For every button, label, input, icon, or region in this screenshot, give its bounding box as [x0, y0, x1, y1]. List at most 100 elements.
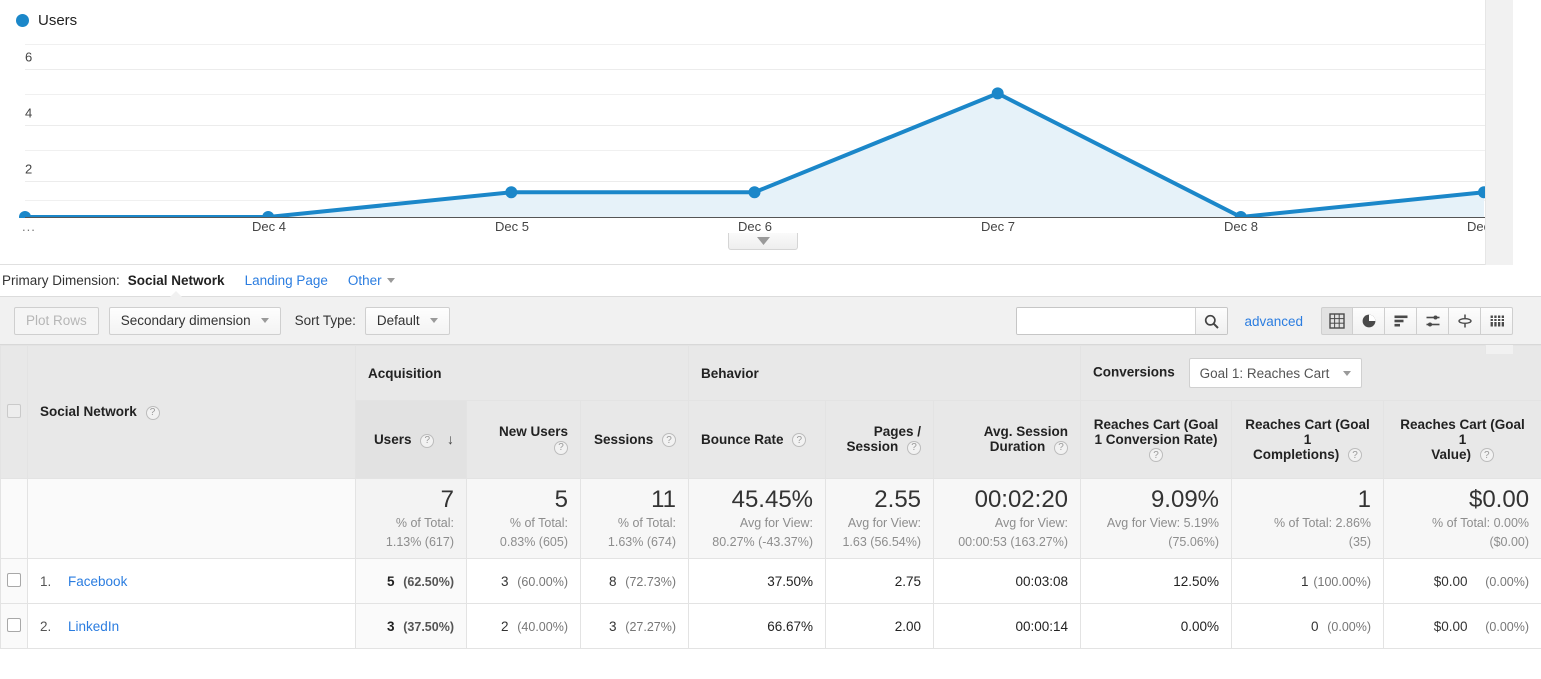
row-rank: 2.	[40, 618, 52, 634]
primary-dimension-landing-page[interactable]: Landing Page	[245, 273, 328, 288]
row-users-value: 3	[386, 618, 395, 634]
help-icon[interactable]: ?	[1348, 448, 1363, 463]
group-header-behavior: Behavior	[688, 345, 1082, 401]
bar-view-button[interactable]	[1385, 307, 1417, 335]
summary-goal-completions-value: 1	[1357, 486, 1372, 514]
search-icon	[1205, 314, 1220, 329]
data-point-3[interactable]	[748, 186, 761, 199]
column-header-goal-value[interactable]: Reaches Cart (Goal 1 Value) ?	[1383, 400, 1541, 479]
summary-sessions-cell: 11 % of Total: 1.63% (674)	[579, 478, 690, 559]
primary-dimension-other-label: Other	[347, 273, 382, 288]
row-goal-value-cell: $0.00 (0.00%)	[1383, 558, 1541, 604]
comparison-view-button[interactable]	[1417, 307, 1449, 335]
column-header-sessions[interactable]: Sessions ?	[579, 400, 690, 479]
column-header-new-users[interactable]: New Users ?	[466, 400, 581, 479]
comparison-icon	[1426, 315, 1439, 327]
help-icon[interactable]: ?	[792, 433, 807, 448]
sessions-header-label: Sessions	[593, 431, 654, 447]
primary-dimension-other[interactable]: Other	[348, 273, 395, 288]
column-header-goal-completions[interactable]: Reaches Cart (Goal 1 Completions) ?	[1231, 400, 1385, 479]
summary-goal-completions-cell: 1 % of Total: 2.86% (35)	[1231, 478, 1385, 559]
goal-completions-header-line2: Completions)	[1253, 446, 1340, 462]
summary-goal-value-sub1: % of Total: 0.00%	[1431, 516, 1530, 531]
help-icon[interactable]: ?	[145, 405, 160, 420]
chart-legend[interactable]: Users	[16, 12, 77, 29]
pie-view-button[interactable]	[1353, 307, 1385, 335]
users-trend-chart-panel: Users 6 4 2 ... Dec 4 Dec 5 Dec 6 Dec 7 …	[0, 0, 1513, 354]
row-goal-rate-cell: 12.50%	[1080, 558, 1233, 604]
summary-goal-rate-sub2: (75.06%)	[1168, 534, 1220, 549]
column-header-goal-conversion-rate[interactable]: Reaches Cart (Goal 1 Conversion Rate) ?	[1080, 400, 1233, 479]
summary-new-users-cell: 5 % of Total: 0.83% (605)	[466, 478, 581, 559]
plot-rows-button[interactable]: Plot Rows	[14, 306, 99, 335]
goal-completions-header-line1: Reaches Cart (Goal 1	[1245, 416, 1370, 447]
row-dimension-cell: 1. Facebook	[27, 558, 356, 604]
row-new-users-percent: (40.00%)	[517, 619, 568, 634]
secondary-dimension-button[interactable]: Secondary dimension	[108, 306, 281, 335]
summary-users-sub2: 1.13% (617)	[385, 534, 454, 549]
summary-checkbox-cell	[0, 478, 28, 559]
help-icon[interactable]: ?	[1054, 440, 1069, 455]
column-header-bounce-rate[interactable]: Bounce Rate ?	[688, 400, 827, 479]
row-avg-duration-cell: 00:03:08	[933, 558, 1082, 604]
summary-sessions-sub1: % of Total:	[617, 516, 677, 531]
help-icon[interactable]: ?	[554, 440, 568, 455]
row-checkbox[interactable]	[7, 617, 21, 632]
row-goal-completions-percent: (0.00%)	[1327, 619, 1372, 634]
primary-dimension-label: Primary Dimension:	[2, 273, 120, 288]
table-summary-row: 7 % of Total: 1.13% (617) 5 % of Total: …	[0, 478, 1541, 559]
pages-session-header-line2: Session	[846, 439, 899, 455]
column-header-avg-session-duration[interactable]: Avg. Session Duration ?	[933, 400, 1082, 479]
table-group-header-row: Social Network ? Acquisition Behavior Co…	[0, 345, 1541, 479]
goal-select-dropdown[interactable]: Goal 1: Reaches Cart	[1188, 358, 1363, 388]
users-header-label: Users	[373, 432, 412, 448]
sort-type-select[interactable]: Default	[364, 306, 450, 335]
primary-dimension-bar: Primary Dimension: Social Network Landin…	[0, 265, 1541, 297]
table-view-button[interactable]	[1321, 307, 1353, 335]
acquisition-label: Acquisition	[368, 365, 442, 381]
column-header-pages-session[interactable]: Pages / Session ?	[825, 400, 935, 479]
summary-avg-duration-value: 00:02:20	[974, 486, 1069, 514]
search-button[interactable]	[1195, 308, 1228, 334]
pivot-view-button[interactable]	[1449, 307, 1481, 335]
avg-session-duration-header-line1: Avg. Session	[983, 424, 1069, 440]
help-icon[interactable]: ?	[662, 433, 677, 448]
row-new-users-percent: (60.00%)	[517, 574, 568, 589]
summary-pages-session-value: 2.55	[874, 486, 922, 514]
row-dimension-link[interactable]: Facebook	[68, 574, 127, 589]
select-all-checkbox[interactable]	[7, 403, 21, 418]
row-select-cell	[0, 558, 28, 604]
column-header-users[interactable]: Users ? ↓	[355, 400, 467, 479]
advanced-link[interactable]: advanced	[1244, 314, 1303, 329]
row-goal-completions-cell: 0 (0.00%)	[1231, 603, 1385, 649]
pages-session-header-line1: Pages /	[873, 424, 922, 440]
performance-view-button[interactable]	[1481, 307, 1513, 335]
sort-descending-icon: ↓	[447, 431, 454, 448]
avg-session-duration-header-line2: Duration	[989, 439, 1046, 455]
primary-dimension-social-network[interactable]: Social Network	[128, 273, 225, 297]
view-type-toggles	[1321, 307, 1513, 335]
summary-goal-value-cell: $0.00 % of Total: 0.00% ($0.00)	[1383, 478, 1541, 559]
chart-plot-area: 6 4 2	[0, 40, 1513, 218]
row-bounce-rate-cell: 37.50%	[688, 558, 827, 604]
row-checkbox[interactable]	[7, 572, 21, 587]
data-point-4[interactable]	[991, 87, 1004, 100]
summary-pages-session-sub2: 1.63 (56.54%)	[842, 534, 922, 549]
help-icon[interactable]: ?	[420, 433, 435, 448]
row-goal-value-value: $0.00	[1433, 618, 1468, 634]
pie-chart-icon	[1362, 314, 1375, 328]
row-dimension-link[interactable]: LinkedIn	[68, 619, 119, 634]
chart-collapse-toggle[interactable]	[728, 233, 798, 250]
summary-users-cell: 7 % of Total: 1.13% (617)	[355, 478, 467, 559]
x-axis-tick-dec-7: Dec 7	[981, 219, 1015, 234]
search-input[interactable]	[1017, 308, 1196, 334]
row-goal-value-value: $0.00	[1433, 573, 1468, 589]
new-users-header-label: New Users	[498, 424, 568, 440]
dimension-header-cell[interactable]: Social Network ?	[27, 345, 356, 479]
help-icon[interactable]: ?	[1149, 448, 1164, 463]
help-icon[interactable]: ?	[1479, 448, 1494, 463]
data-point-2[interactable]	[505, 186, 518, 199]
table-row: 1. Facebook 5 (62.50%) 3 (60.00%) 8 (72.…	[0, 558, 1541, 604]
help-icon[interactable]: ?	[907, 440, 922, 455]
table-row: 2. LinkedIn 3 (37.50%) 2 (40.00%) 3 (27.…	[0, 603, 1541, 649]
